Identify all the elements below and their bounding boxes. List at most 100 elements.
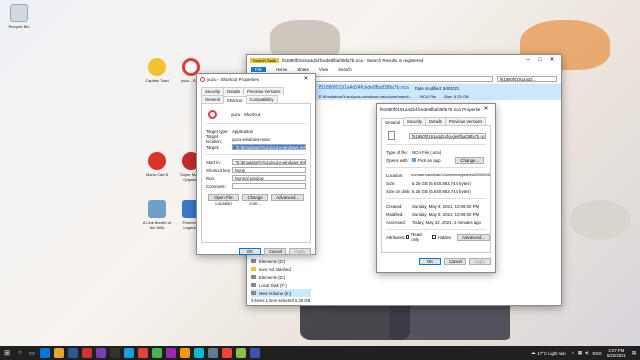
- notifications-icon[interactable]: ▤: [632, 350, 636, 356]
- opens-with: Pick an app: [418, 157, 441, 163]
- weather-icon[interactable]: ☁: [531, 350, 535, 356]
- nav-item[interactable]: sure not stashed: [251, 265, 311, 273]
- explorer-title: f51880f0191a4d24fcede8fbaf38fa7b.nca - S…: [282, 57, 424, 63]
- close-icon[interactable]: ✕: [546, 55, 558, 65]
- taskbar-app-icon[interactable]: [82, 348, 92, 358]
- file-icon: [388, 131, 395, 140]
- desktop-icon-captain-toad[interactable]: Captain Toad: [142, 58, 172, 83]
- advanced-button[interactable]: Advanced...: [457, 233, 490, 241]
- desktop-icon-recycle-bin[interactable]: Recycle Bin: [4, 4, 34, 29]
- tab-general[interactable]: General: [381, 118, 404, 126]
- advanced-button[interactable]: Advanced...: [271, 194, 304, 201]
- result-type: NCA File: [420, 93, 436, 99]
- status-bar: 3 items 1 item selected 5.25 GB: [251, 298, 311, 303]
- apply-button[interactable]: Apply: [289, 248, 311, 255]
- tab-previous-versions[interactable]: Previous Versions: [242, 87, 285, 95]
- shortcut-key-input[interactable]: None: [232, 167, 306, 173]
- file-location: nvc\user\nand\user\Contents\registered\0…: [411, 173, 490, 177]
- network-icon[interactable]: ▦: [578, 350, 582, 356]
- weather[interactable]: 17°C Light rain: [537, 351, 565, 356]
- mario-kart-icon: [148, 152, 166, 170]
- menu-search[interactable]: Search: [338, 67, 352, 72]
- target-input[interactable]: "E:\Emulators\Yuzu\yuzu-windows-msvc\yuz…: [232, 144, 306, 150]
- tab-details[interactable]: Details: [223, 87, 244, 95]
- menu-view[interactable]: View: [319, 67, 328, 72]
- desktop-icon-mario-kart[interactable]: Mario Cart 8: [142, 152, 172, 177]
- taskbar-apps: [38, 348, 262, 358]
- captain-toad-icon: [148, 58, 166, 76]
- taskbar-app-icon[interactable]: [54, 348, 64, 358]
- start-in-input[interactable]: "E:\Emulators\Yuzu\yuzu-windows-msvc": [232, 159, 306, 165]
- menu-file[interactable]: File: [251, 67, 266, 72]
- taskbar-app-icon[interactable]: [152, 348, 162, 358]
- nav-item[interactable]: Elements (D:): [251, 273, 311, 281]
- accessed-date: Today, May 22, 2021, 2 minutes ago: [412, 219, 481, 225]
- clock[interactable]: 2:07 PM 5/22/2021: [607, 348, 626, 358]
- taskbar-app-icon[interactable]: [180, 348, 190, 358]
- explorer-titlebar[interactable]: Search Tools f51880f0191a4d24fcede8fbaf3…: [247, 55, 561, 65]
- file-size-on-disk: 5.25 GB (5,640,863,744 bytes): [412, 188, 471, 194]
- taskbar-app-icon[interactable]: [250, 348, 260, 358]
- change-button[interactable]: Change...: [455, 156, 484, 164]
- result-size: Size: 5.25 GB: [443, 93, 469, 99]
- tab-security[interactable]: Security: [402, 117, 427, 125]
- ribbon-context-tab[interactable]: Search Tools: [250, 57, 280, 63]
- search-input[interactable]: f51880f0191a4d2...: [497, 76, 557, 82]
- modified-date: Sunday, May 9, 2021, 10:09:00 PM: [412, 211, 480, 217]
- taskbar-app-icon[interactable]: [236, 348, 246, 358]
- filename-input[interactable]: f51880f0191a4d24fcede8fbaf38fa7b.nca: [409, 132, 486, 139]
- task-view-icon[interactable]: ▭: [26, 350, 38, 357]
- readonly-checkbox[interactable]: [405, 235, 410, 239]
- tab-previous-versions[interactable]: Previous Versions: [444, 117, 487, 125]
- taskbar-app-icon[interactable]: [208, 348, 218, 358]
- taskbar-app-icon[interactable]: [68, 348, 78, 358]
- taskbar-app-icon[interactable]: [110, 348, 120, 358]
- file-type: NCA File (.nca): [412, 149, 442, 155]
- nav-item[interactable]: Local Disk (F:): [251, 281, 311, 289]
- tray-chevron-icon[interactable]: ^: [572, 351, 574, 356]
- comment-input[interactable]: [232, 183, 306, 189]
- minimize-icon[interactable]: –: [522, 55, 534, 65]
- taskbar-app-icon[interactable]: [124, 348, 134, 358]
- taskbar-app-icon[interactable]: [96, 348, 106, 358]
- result-path: E:\Emulators\Yuzu\yuzu-windows-msvc\user…: [319, 93, 413, 99]
- ok-button[interactable]: OK: [419, 258, 441, 265]
- menu-home[interactable]: Home: [276, 67, 287, 72]
- language[interactable]: ENG: [593, 351, 602, 356]
- change-icon-button[interactable]: Change Icon...: [242, 194, 269, 206]
- taskbar-app-icon[interactable]: [40, 348, 50, 358]
- ok-button[interactable]: OK: [239, 248, 261, 255]
- close-icon[interactable]: ✕: [300, 74, 312, 84]
- cancel-button[interactable]: Cancel: [264, 248, 286, 255]
- taskbar-app-icon[interactable]: [222, 348, 232, 358]
- taskbar-app-icon[interactable]: [194, 348, 204, 358]
- tab-general[interactable]: General: [201, 95, 224, 103]
- nca-properties-dialog[interactable]: f51880f0191a4d24fcede8fbaf38fa7b.nca Pro…: [376, 103, 496, 273]
- shortcut-properties-dialog[interactable]: yuzu - Shortcut Properties ✕ Security De…: [196, 73, 316, 255]
- search-icon[interactable]: ○: [14, 350, 26, 356]
- start-windows-icon[interactable]: ⊞: [0, 349, 14, 357]
- tab-shortcut[interactable]: Shortcut: [222, 96, 247, 104]
- taskbar-app-icon[interactable]: [138, 348, 148, 358]
- dialog-titlebar[interactable]: f51880f0191a4d24fcede8fbaf38fa7b.nca Pro…: [377, 104, 495, 114]
- drive-icon: [251, 275, 256, 279]
- dialog-titlebar[interactable]: yuzu - Shortcut Properties ✕: [197, 74, 315, 84]
- nav-item-selected[interactable]: New Volume (E:): [251, 289, 311, 297]
- tab-security[interactable]: Security: [201, 87, 225, 95]
- tab-details[interactable]: Details: [425, 117, 446, 125]
- hidden-checkbox[interactable]: [432, 235, 436, 239]
- apply-button[interactable]: Apply: [469, 258, 491, 265]
- volume-icon[interactable]: ◂): [585, 350, 589, 356]
- taskbar-app-icon[interactable]: [166, 348, 176, 358]
- cancel-button[interactable]: Cancel: [444, 258, 466, 265]
- run-select[interactable]: Normal window: [232, 175, 306, 181]
- maximize-icon[interactable]: □: [534, 55, 546, 65]
- close-icon[interactable]: ✕: [480, 104, 492, 114]
- desktop-icon-zelda[interactable]: A Link Breath of the Wild: [142, 200, 172, 230]
- drive-icon: [251, 283, 256, 287]
- tab-compatibility[interactable]: Compatibility: [245, 95, 278, 103]
- menu-share[interactable]: Share: [297, 67, 308, 72]
- taskbar: ⊞ ○ ▭ ☁ 17°C Light rain ^ ▦ ◂) ENG 2:07 …: [0, 346, 640, 360]
- file-size: 5.25 GB (5,640,863,744 bytes): [412, 180, 471, 186]
- open-file-location-button[interactable]: Open File Location: [208, 194, 240, 206]
